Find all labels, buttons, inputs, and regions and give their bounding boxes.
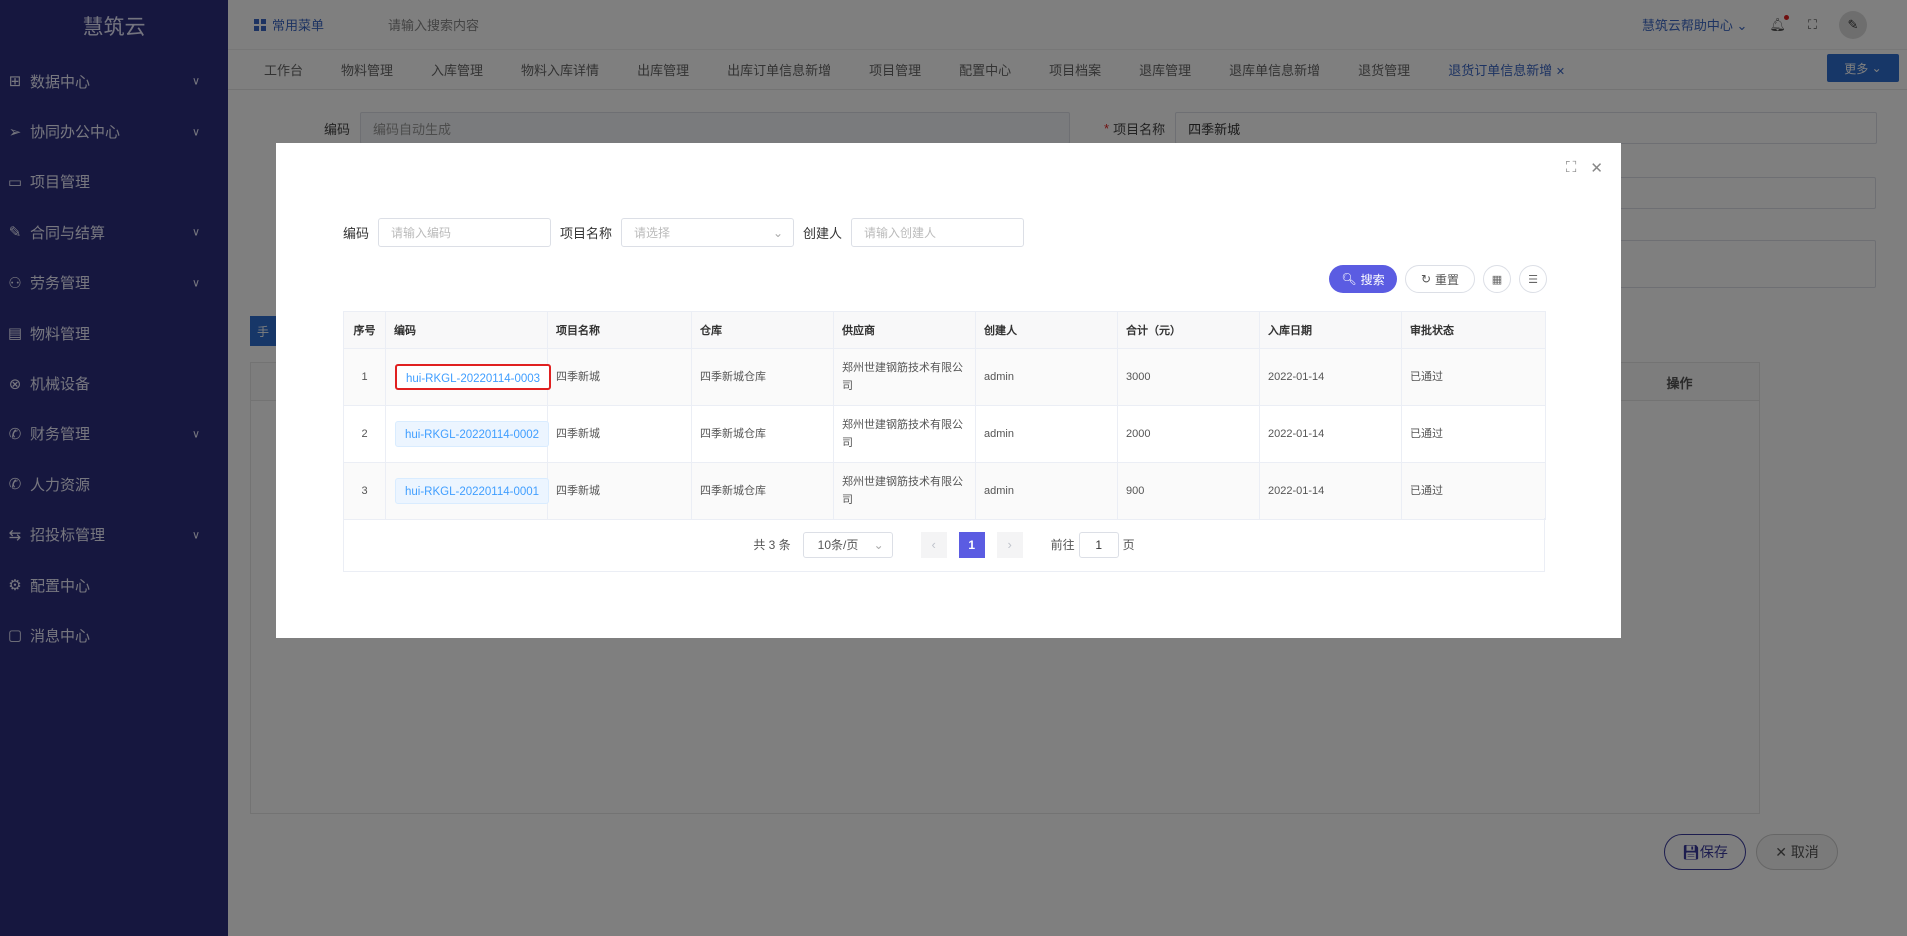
cell-creator: admin: [975, 462, 1118, 520]
cell-status: 已通过: [1401, 348, 1546, 406]
page-size-value: 10条/页: [817, 538, 859, 552]
cell-project: 四季新城: [547, 405, 692, 463]
select-inbound-modal: ⛶ ✕ 编码 请输入编码 项目名称 请选择 ⌄ 创建人 请输入创建人 🔍︎ 搜索 ↻…: [276, 143, 1621, 638]
cell-index: 3: [343, 462, 386, 520]
code-cell: hui-RKGL-20220114-0001: [385, 462, 550, 520]
cell-status: 已通过: [1401, 405, 1546, 463]
cell-warehouse: 四季新城仓库: [691, 348, 834, 406]
cell-creator: admin: [975, 348, 1118, 406]
goto-suffix: 页: [1122, 538, 1135, 552]
search-code-label: 编码: [343, 226, 370, 241]
inbound-table-body: 1 hui-RKGL-20220114-0003 四季新城 四季新城仓库 郑州世建钢筋技…: [343, 348, 1546, 520]
code-link[interactable]: hui-RKGL-20220114-0003: [395, 364, 552, 390]
cell-date: 2022-01-14: [1259, 348, 1402, 406]
search-project-placeholder: 请选择: [634, 226, 671, 240]
pagination: 共 3 条 10条/页 ⌄ ‹ 1 › 前往 1 页: [343, 518, 1545, 572]
grid-icon: ▦: [1491, 273, 1503, 286]
search-button[interactable]: 🔍︎ 搜索: [1329, 265, 1397, 293]
column-header: 序号: [343, 311, 386, 349]
cell-warehouse: 四季新城仓库: [691, 405, 834, 463]
cell-creator: admin: [975, 405, 1118, 463]
columns-toggle-button[interactable]: ▦: [1483, 265, 1511, 293]
cell-supplier: 郑州世建钢筋技术有限公司: [833, 405, 976, 463]
cell-status: 已通过: [1401, 462, 1546, 520]
maximize-icon[interactable]: ⛶: [1566, 159, 1577, 177]
column-header: 仓库: [691, 311, 834, 349]
chevron-down-icon: ⌄: [772, 225, 784, 240]
column-header: 供应商: [833, 311, 976, 349]
page-size-select[interactable]: 10条/页 ⌄: [802, 531, 893, 558]
modal-search-row: 编码 请输入编码 项目名称 请选择 ⌄ 创建人 请输入创建人: [343, 218, 1033, 247]
cell-warehouse: 四季新城仓库: [691, 462, 834, 520]
column-header: 审批状态: [1401, 311, 1546, 349]
page-number-current[interactable]: 1: [958, 531, 985, 558]
cell-supplier: 郑州世建钢筋技术有限公司: [833, 348, 976, 406]
search-project-label: 项目名称: [560, 226, 613, 241]
code-link[interactable]: hui-RKGL-20220114-0002: [395, 421, 550, 447]
next-page-button[interactable]: ›: [996, 531, 1023, 558]
code-link[interactable]: hui-RKGL-20220114-0001: [395, 478, 550, 504]
chevron-left-icon: ‹: [931, 537, 936, 552]
search-button-label: 搜索: [1360, 272, 1385, 287]
cell-date: 2022-01-14: [1259, 405, 1402, 463]
table-row[interactable]: 3 hui-RKGL-20220114-0001 四季新城 四季新城仓库 郑州世建钢筋技…: [343, 462, 1546, 520]
cell-total: 3000: [1117, 348, 1260, 406]
cell-project: 四季新城: [547, 348, 692, 406]
cell-index: 2: [343, 405, 386, 463]
cell-total: 2000: [1117, 405, 1260, 463]
column-header: 入库日期: [1259, 311, 1402, 349]
cell-supplier: 郑州世建钢筋技术有限公司: [833, 462, 976, 520]
modal-button-row: 🔍︎ 搜索 ↻ 重置 ▦ ☰: [1329, 265, 1547, 293]
goto-prefix: 前往: [1050, 538, 1075, 552]
inbound-table: 序号 编码 项目名称 仓库 供应商 创建人 合计（元） 入库日期 审批状态 1 hui-RKGL-…: [343, 311, 1546, 520]
pagination-total: 共 3 条: [753, 538, 791, 552]
cell-date: 2022-01-14: [1259, 462, 1402, 520]
reset-button[interactable]: ↻ 重置: [1405, 265, 1475, 293]
search-code-input[interactable]: 请输入编码: [378, 218, 552, 247]
search-icon: 🔍︎: [1341, 272, 1357, 286]
search-creator-label: 创建人: [803, 226, 843, 241]
reset-button-label: 重置: [1435, 272, 1460, 287]
column-header: 创建人: [975, 311, 1118, 349]
code-cell: hui-RKGL-20220114-0002: [385, 405, 550, 463]
chevron-right-icon: ›: [1007, 537, 1012, 552]
prev-page-button[interactable]: ‹: [920, 531, 947, 558]
goto-page-input[interactable]: 1: [1078, 531, 1119, 558]
cell-index: 1: [343, 348, 386, 406]
code-cell: hui-RKGL-20220114-0003: [385, 348, 552, 406]
filter-icon: ☰: [1528, 273, 1538, 286]
search-project-select[interactable]: 请选择 ⌄: [621, 218, 795, 247]
cell-project: 四季新城: [547, 462, 692, 520]
cell-total: 900: [1117, 462, 1260, 520]
refresh-icon: ↻: [1420, 272, 1432, 286]
table-row[interactable]: 1 hui-RKGL-20220114-0003 四季新城 四季新城仓库 郑州世建钢筋技…: [343, 348, 1546, 406]
modal-toolbar: ⛶ ✕: [1566, 159, 1603, 177]
search-creator-input[interactable]: 请输入创建人: [851, 218, 1025, 247]
inbound-table-header: 序号 编码 项目名称 仓库 供应商 创建人 合计（元） 入库日期 审批状态: [343, 311, 1546, 349]
close-icon[interactable]: ✕: [1590, 159, 1603, 177]
column-header: 项目名称: [547, 311, 692, 349]
column-header: 合计（元）: [1117, 311, 1260, 349]
chevron-down-icon: ⌄: [873, 537, 884, 552]
table-row[interactable]: 2 hui-RKGL-20220114-0002 四季新城 四季新城仓库 郑州世建钢筋技…: [343, 405, 1546, 463]
column-header: 编码: [385, 311, 548, 349]
filter-toggle-button[interactable]: ☰: [1519, 265, 1547, 293]
